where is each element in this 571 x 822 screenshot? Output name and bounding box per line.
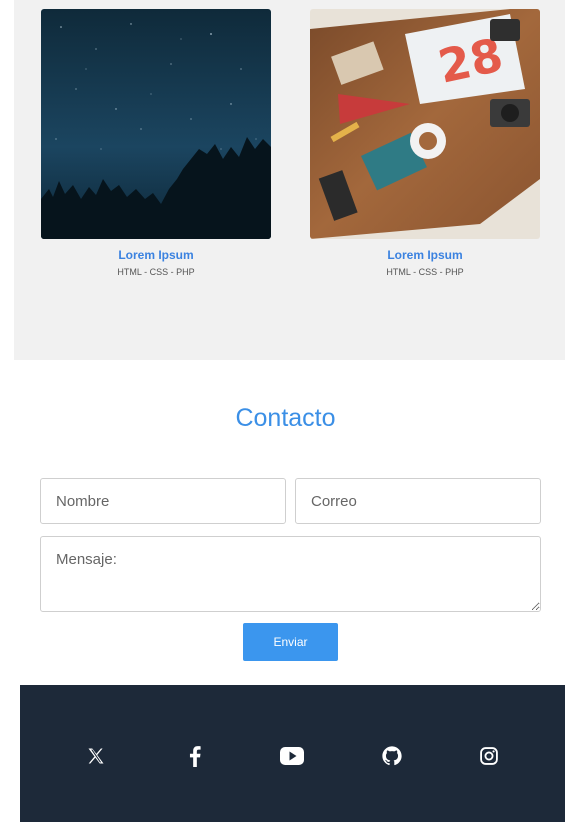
name-field[interactable]: [40, 478, 286, 524]
youtube-icon[interactable]: [280, 744, 304, 768]
night-sky-image[interactable]: [41, 9, 271, 239]
github-icon[interactable]: [380, 744, 404, 768]
facebook-icon[interactable]: [183, 744, 207, 768]
portfolio-item-title[interactable]: Lorem Ipsum: [310, 248, 540, 262]
footer: [20, 685, 565, 822]
x-icon[interactable]: [84, 744, 108, 768]
email-field[interactable]: [295, 478, 541, 524]
portfolio-item-tags: HTML - CSS - PHP: [386, 267, 464, 277]
instagram-icon[interactable]: [477, 744, 501, 768]
contact-title: Contacto: [235, 404, 336, 432]
portfolio-card[interactable]: 28 Lorem Ipsum HTML - CSS - PHP: [310, 9, 540, 278]
portfolio-card[interactable]: Lorem Ipsum HTML - CSS - PHP: [41, 9, 271, 278]
message-field[interactable]: [40, 536, 541, 612]
contact-section: Contacto Enviar: [0, 360, 571, 685]
portfolio-section: Lorem Ipsum HTML - CSS - PHP 28 Lorem Ip…: [14, 0, 565, 360]
desk-flatlay-image[interactable]: 28: [310, 9, 540, 239]
send-button[interactable]: Enviar: [243, 623, 338, 661]
portfolio-item-tags: HTML - CSS - PHP: [117, 267, 195, 277]
portfolio-item-title[interactable]: Lorem Ipsum: [41, 248, 271, 262]
